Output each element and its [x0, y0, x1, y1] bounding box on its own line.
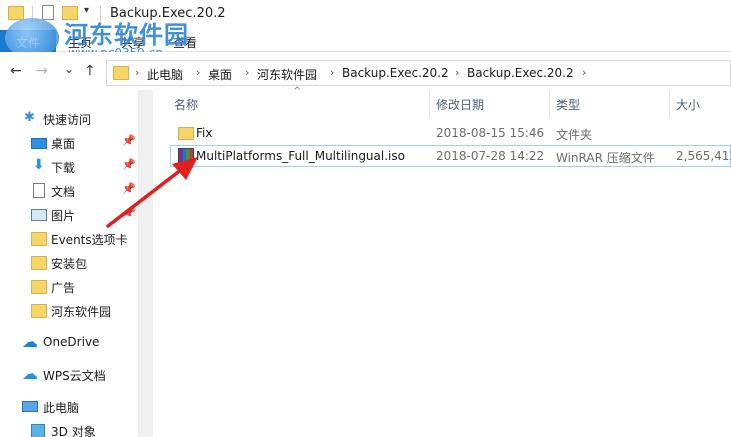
document-icon	[33, 183, 45, 198]
nav-item-install-packages[interactable]: 安装包	[0, 252, 138, 274]
watermark-title: 河东软件园	[64, 20, 189, 49]
column-header-type[interactable]: 类型	[556, 96, 580, 113]
navigation-bar: ← → ⌄ ↑ › 此电脑 › 桌面 › 河东软件园 › Backup.Exec…	[0, 52, 731, 90]
computer-icon	[22, 401, 38, 412]
nav-item-this-pc[interactable]: 此电脑	[0, 396, 138, 418]
back-button[interactable]: ←	[10, 63, 22, 79]
nav-item-label: WPS云文档	[43, 369, 106, 383]
nav-item-label: 桌面	[51, 137, 76, 151]
nav-item-3d-objects[interactable]: 3D 对象	[0, 420, 138, 437]
pin-icon: 📌	[122, 206, 136, 219]
recent-locations-button[interactable]: ⌄	[64, 62, 74, 76]
breadcrumb-separator[interactable]: ›	[196, 66, 200, 79]
desktop-icon	[31, 138, 47, 149]
nav-item-ads[interactable]: 广告	[0, 276, 138, 298]
up-button[interactable]: ↑	[84, 63, 96, 79]
breadcrumb-desktop[interactable]: 桌面	[208, 66, 232, 83]
file-type: WinRAR 压缩文件	[556, 151, 655, 165]
file-name: MultiPlatforms_Full_Multilingual.iso	[196, 149, 405, 163]
table-row[interactable]: MultiPlatforms_Full_Multilingual.iso 201…	[170, 145, 731, 167]
winrar-archive-icon	[178, 148, 194, 165]
nav-item-events[interactable]: Events选项卡	[0, 228, 138, 250]
navigation-pane: ✱ 快速访问 桌面 📌 ⬇ 下载 📌 文档 📌 图片 📌 Events选项卡 安…	[0, 90, 153, 437]
nav-item-onedrive[interactable]: ☁ OneDrive	[0, 332, 138, 354]
folder-icon	[8, 6, 24, 20]
breadcrumb-separator[interactable]: ›	[455, 66, 459, 79]
pictures-icon	[31, 209, 47, 221]
nav-item-label: 快速访问	[43, 113, 92, 127]
cube-icon	[31, 424, 45, 437]
sort-ascending-icon: ^	[293, 86, 302, 97]
nav-item-label: 文档	[51, 185, 76, 199]
file-modified: 2018-07-28 14:22	[436, 149, 545, 163]
file-type: 文件夹	[556, 128, 593, 142]
column-divider[interactable]	[429, 90, 430, 118]
column-header-modified[interactable]: 修改日期	[436, 96, 484, 113]
folder-icon	[113, 66, 129, 80]
breadcrumb-this-pc[interactable]: 此电脑	[147, 66, 183, 83]
file-name: Fix	[196, 126, 213, 140]
nav-item-desktop[interactable]: 桌面 📌	[0, 132, 138, 154]
nav-item-label: 河东软件园	[51, 305, 112, 319]
nav-item-label: Events选项卡	[51, 233, 128, 247]
column-header-size[interactable]: 大小	[676, 96, 700, 113]
folder-icon	[178, 127, 194, 140]
file-list: ^ 名称 修改日期 类型 大小 Fix 2018-08-15 15:46 文件夹…	[153, 86, 731, 437]
column-header-name[interactable]: 名称	[174, 96, 198, 113]
star-icon: ✱	[24, 110, 35, 125]
folder-icon	[31, 232, 47, 246]
nav-item-label: 广告	[51, 281, 76, 295]
pin-icon: 📌	[122, 158, 136, 171]
navigation-pane-scrollbar[interactable]	[138, 90, 153, 437]
wps-cloud-icon: ☁	[22, 364, 38, 383]
breadcrumb-separator[interactable]: ›	[330, 66, 334, 79]
breadcrumb-backup-exec-parent[interactable]: Backup.Exec.20.2	[342, 66, 449, 80]
nav-item-label: 安装包	[51, 257, 88, 271]
breadcrumb-separator[interactable]: ›	[245, 66, 249, 79]
breadcrumb-hedong[interactable]: 河东软件园	[257, 66, 317, 83]
folder-icon	[31, 280, 47, 294]
nav-item-downloads[interactable]: ⬇ 下载 📌	[0, 156, 138, 178]
folder-icon	[31, 304, 47, 318]
breadcrumb-dropdown-icon[interactable]: ›	[582, 66, 586, 79]
nav-item-wps-cloud[interactable]: ☁ WPS云文档	[0, 364, 138, 386]
cloud-icon: ☁	[22, 332, 38, 351]
nav-item-quick-access[interactable]: ✱ 快速访问	[0, 108, 138, 130]
pin-icon: 📌	[122, 134, 136, 147]
nav-item-hedong[interactable]: 河东软件园	[0, 300, 138, 322]
column-divider[interactable]	[549, 90, 550, 118]
nav-item-label: OneDrive	[43, 335, 100, 349]
breadcrumb-separator[interactable]: ›	[135, 66, 139, 79]
nav-item-label: 此电脑	[43, 401, 80, 415]
pin-icon: 📌	[122, 182, 136, 195]
table-row[interactable]: Fix 2018-08-15 15:46 文件夹	[170, 123, 731, 145]
nav-item-label: 3D 对象	[51, 425, 96, 437]
breadcrumb-backup-exec-current[interactable]: Backup.Exec.20.2	[467, 66, 574, 80]
download-icon: ⬇	[33, 157, 45, 173]
nav-item-pictures[interactable]: 图片 📌	[0, 204, 138, 226]
address-bar[interactable]: › 此电脑 › 桌面 › 河东软件园 › Backup.Exec.20.2 › …	[106, 60, 731, 86]
folder-icon	[31, 256, 47, 270]
file-modified: 2018-08-15 15:46	[436, 126, 545, 140]
nav-item-documents[interactable]: 文档 📌	[0, 180, 138, 202]
nav-item-label: 图片	[51, 209, 76, 223]
nav-item-label: 下载	[51, 161, 76, 175]
file-size: 2,565,412	[676, 149, 731, 163]
properties-icon[interactable]	[42, 5, 54, 20]
forward-button[interactable]: →	[36, 63, 48, 79]
column-divider[interactable]	[669, 90, 670, 118]
